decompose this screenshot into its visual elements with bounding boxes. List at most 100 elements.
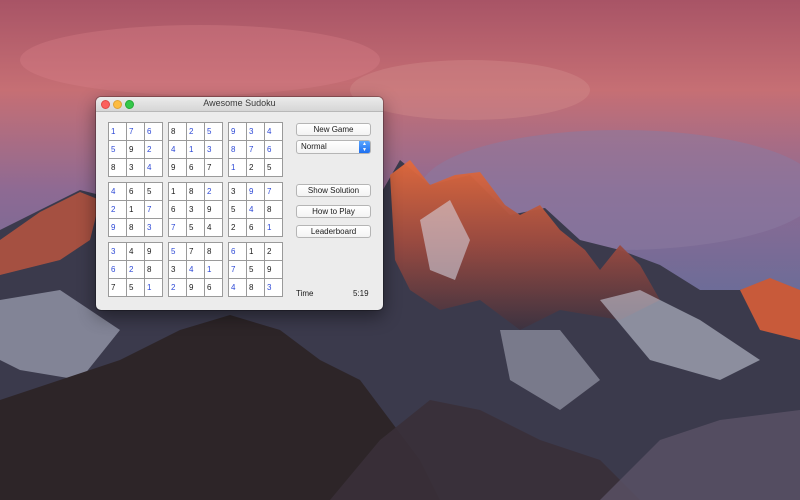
sudoku-cell-given[interactable]: 6 [127, 183, 145, 201]
sudoku-cell-entered[interactable]: 5 [109, 141, 127, 159]
sudoku-cell-given[interactable]: 1 [127, 201, 145, 219]
sudoku-cell-given[interactable]: 1 [169, 183, 187, 201]
sudoku-cell-given[interactable]: 5 [229, 201, 247, 219]
sudoku-cell-entered[interactable]: 5 [205, 123, 223, 141]
sudoku-cell-entered[interactable]: 1 [187, 141, 205, 159]
sudoku-cell-entered[interactable]: 2 [109, 201, 127, 219]
sudoku-cell-entered[interactable]: 9 [247, 183, 265, 201]
sudoku-cell-given[interactable]: 8 [187, 183, 205, 201]
show-solution-button[interactable]: Show Solution [296, 184, 371, 197]
sudoku-cell-entered[interactable]: 4 [145, 159, 163, 177]
sudoku-box: 465217983 [108, 182, 163, 237]
sudoku-cell-entered[interactable]: 1 [265, 219, 283, 237]
sudoku-cell-entered[interactable]: 9 [109, 219, 127, 237]
sudoku-cell-given[interactable]: 1 [247, 243, 265, 261]
sudoku-cell-given[interactable]: 7 [205, 159, 223, 177]
sudoku-cell-entered[interactable]: 1 [229, 159, 247, 177]
sudoku-cell-entered[interactable]: 6 [229, 243, 247, 261]
sudoku-cell-given[interactable]: 2 [229, 219, 247, 237]
leaderboard-button[interactable]: Leaderboard [296, 225, 371, 238]
sudoku-cell-entered[interactable]: 3 [109, 243, 127, 261]
sudoku-cell-given[interactable]: 2 [247, 159, 265, 177]
sudoku-cell-entered[interactable]: 2 [127, 261, 145, 279]
sudoku-cell-given[interactable]: 8 [205, 243, 223, 261]
sudoku-cell-given[interactable]: 2 [265, 243, 283, 261]
sudoku-cell-given[interactable]: 9 [187, 279, 205, 297]
sudoku-cell-entered[interactable]: 1 [109, 123, 127, 141]
sudoku-cell-given[interactable]: 8 [109, 159, 127, 177]
sudoku-cell-given[interactable]: 3 [127, 159, 145, 177]
sudoku-cell-given[interactable]: 4 [205, 219, 223, 237]
sudoku-cell-entered[interactable]: 2 [145, 141, 163, 159]
sudoku-cell-given[interactable]: 4 [127, 243, 145, 261]
sudoku-cell-given[interactable]: 8 [169, 123, 187, 141]
sudoku-cell-entered[interactable]: 8 [229, 141, 247, 159]
sudoku-cell-entered[interactable]: 7 [169, 219, 187, 237]
sudoku-box: 182639754 [168, 182, 223, 237]
sudoku-cell-given[interactable]: 7 [109, 279, 127, 297]
sudoku-cell-entered[interactable]: 3 [247, 123, 265, 141]
sudoku-cell-entered[interactable]: 7 [247, 141, 265, 159]
sudoku-cell-given[interactable]: 8 [247, 279, 265, 297]
sudoku-cell-given[interactable]: 5 [187, 219, 205, 237]
sudoku-cell-entered[interactable]: 1 [145, 279, 163, 297]
sudoku-cell-entered[interactable]: 3 [265, 279, 283, 297]
sudoku-cell-entered[interactable]: 6 [109, 261, 127, 279]
sudoku-cell-entered[interactable]: 4 [109, 183, 127, 201]
sudoku-cell-given[interactable]: 9 [145, 243, 163, 261]
sudoku-cell-given[interactable]: 9 [169, 159, 187, 177]
sudoku-cell-given[interactable]: 5 [265, 159, 283, 177]
sudoku-cell-entered[interactable]: 4 [265, 123, 283, 141]
sudoku-box: 825413967 [168, 122, 223, 177]
sudoku-cell-entered[interactable]: 4 [247, 201, 265, 219]
window-titlebar[interactable]: Awesome Sudoku [96, 97, 383, 112]
sudoku-cell-entered[interactable]: 4 [229, 279, 247, 297]
sudoku-cell-given[interactable]: 9 [205, 201, 223, 219]
new-game-button[interactable]: New Game [296, 123, 371, 136]
timer-value: 5:19 [353, 289, 369, 298]
sudoku-cell-given[interactable]: 3 [187, 201, 205, 219]
sudoku-box: 934876125 [228, 122, 283, 177]
sudoku-cell-given[interactable]: 6 [247, 219, 265, 237]
sudoku-cell-entered[interactable]: 4 [187, 261, 205, 279]
sudoku-cell-entered[interactable]: 7 [145, 201, 163, 219]
sudoku-cell-given[interactable]: 9 [265, 261, 283, 279]
window-title: Awesome Sudoku [203, 98, 276, 108]
sudoku-cell-entered[interactable]: 3 [205, 141, 223, 159]
sudoku-cell-given[interactable]: 9 [127, 141, 145, 159]
sudoku-cell-given[interactable]: 6 [187, 159, 205, 177]
sudoku-cell-given[interactable]: 7 [187, 243, 205, 261]
sudoku-cell-given[interactable]: 8 [145, 261, 163, 279]
sudoku-cell-given[interactable]: 6 [169, 201, 187, 219]
sudoku-cell-entered[interactable]: 3 [145, 219, 163, 237]
sudoku-cell-given[interactable]: 6 [205, 279, 223, 297]
sudoku-cell-entered[interactable]: 2 [187, 123, 205, 141]
sudoku-box: 176592834 [108, 122, 163, 177]
sudoku-cell-given[interactable]: 8 [127, 219, 145, 237]
sudoku-box: 612759483 [228, 242, 283, 297]
sudoku-cell-given[interactable]: 3 [229, 183, 247, 201]
sudoku-cell-entered[interactable]: 2 [205, 183, 223, 201]
sudoku-cell-entered[interactable]: 6 [265, 141, 283, 159]
sudoku-cell-entered[interactable]: 7 [127, 123, 145, 141]
how-to-play-button[interactable]: How to Play [296, 205, 371, 218]
sudoku-box: 397548261 [228, 182, 283, 237]
sudoku-app-window: Awesome Sudoku 1765928348254139679348761… [96, 97, 383, 310]
sudoku-cell-given[interactable]: 5 [145, 183, 163, 201]
sudoku-box: 349628751 [108, 242, 163, 297]
chevron-up-down-icon: ▲ ▼ [359, 141, 370, 153]
sudoku-cell-entered[interactable]: 9 [229, 123, 247, 141]
sudoku-cell-entered[interactable]: 5 [169, 243, 187, 261]
sudoku-cell-entered[interactable]: 7 [229, 261, 247, 279]
sudoku-cell-given[interactable]: 5 [247, 261, 265, 279]
sudoku-cell-given[interactable]: 8 [265, 201, 283, 219]
sudoku-cell-entered[interactable]: 4 [169, 141, 187, 159]
time-label: Time [296, 289, 314, 298]
sudoku-cell-given[interactable]: 3 [169, 261, 187, 279]
sudoku-cell-entered[interactable]: 6 [145, 123, 163, 141]
sudoku-cell-entered[interactable]: 1 [205, 261, 223, 279]
sudoku-cell-entered[interactable]: 2 [169, 279, 187, 297]
difficulty-select[interactable]: Normal ▲ ▼ [296, 140, 371, 154]
sudoku-cell-given[interactable]: 5 [127, 279, 145, 297]
sudoku-cell-entered[interactable]: 7 [265, 183, 283, 201]
